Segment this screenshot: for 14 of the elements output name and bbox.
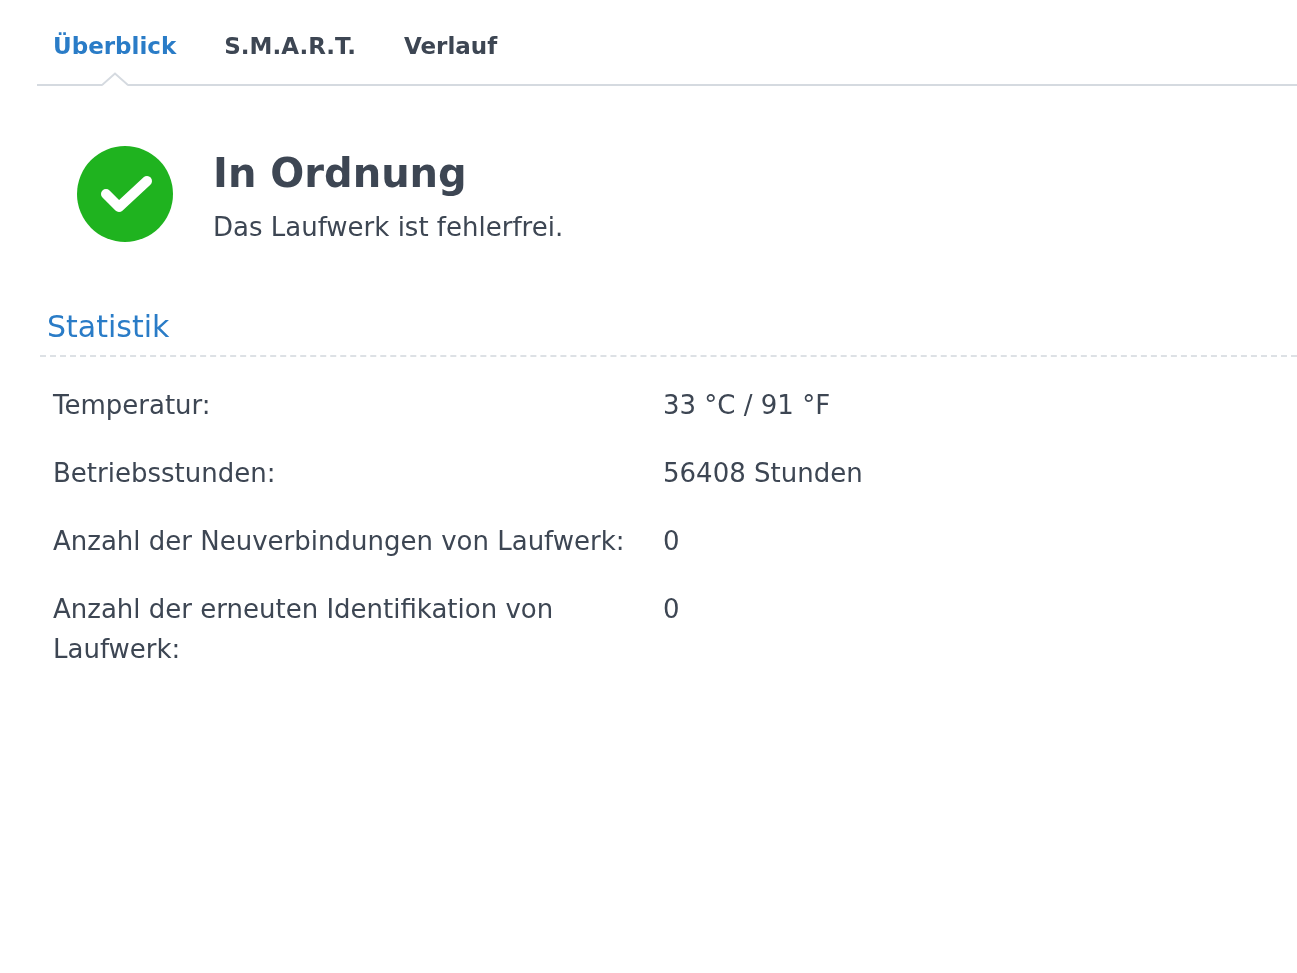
stat-label: Betriebsstunden: (53, 457, 276, 490)
section-title: Statistik (40, 309, 1297, 357)
stat-label: Temperatur: (53, 389, 211, 422)
tab[interactable]: Überblick (53, 0, 177, 84)
stat-value: 33 °C / 91 °F (663, 389, 831, 422)
tab[interactable]: Verlauf (403, 0, 498, 84)
stat-value: 56408 Stunden (663, 457, 863, 490)
stat-value: 0 (663, 593, 680, 626)
stat-label: Anzahl der Neuverbindungen von Laufwerk: (53, 525, 625, 558)
status-message: Das Laufwerk ist fehlerfrei. (213, 211, 564, 244)
status-title: In Ordnung (213, 149, 468, 197)
stat-value: 0 (663, 525, 680, 558)
stat-label: Anzahl der erneuten Identifikation von Laufwerk: (53, 593, 555, 666)
tab[interactable]: S.M.A.R.T. (224, 0, 356, 84)
